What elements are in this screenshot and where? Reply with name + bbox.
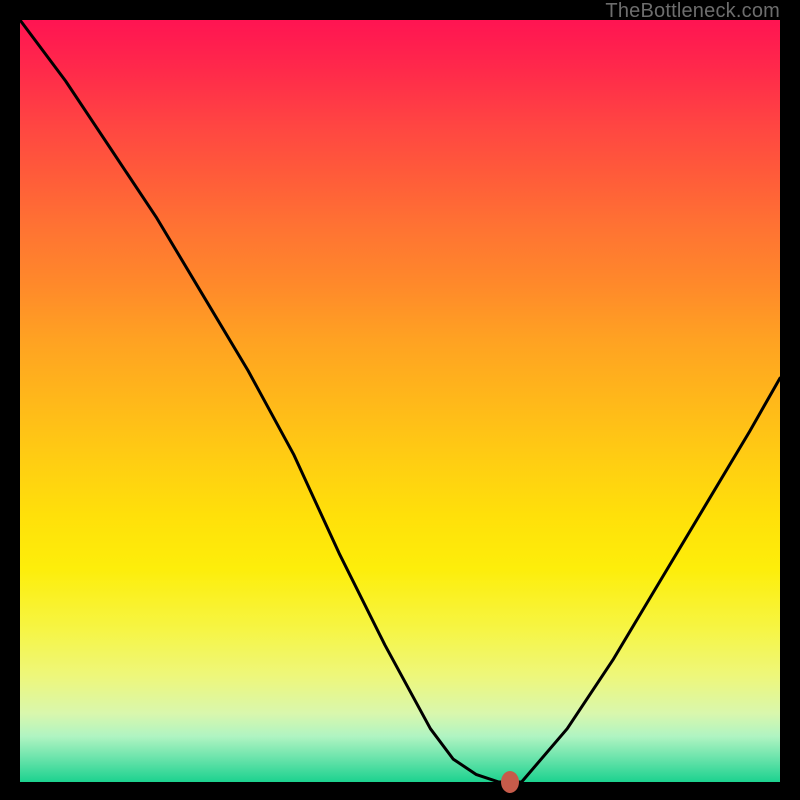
- watermark-text: TheBottleneck.com: [605, 0, 780, 23]
- chart-frame: [20, 20, 780, 782]
- optimal-point-marker: [501, 771, 519, 793]
- bottleneck-curve: [20, 20, 780, 782]
